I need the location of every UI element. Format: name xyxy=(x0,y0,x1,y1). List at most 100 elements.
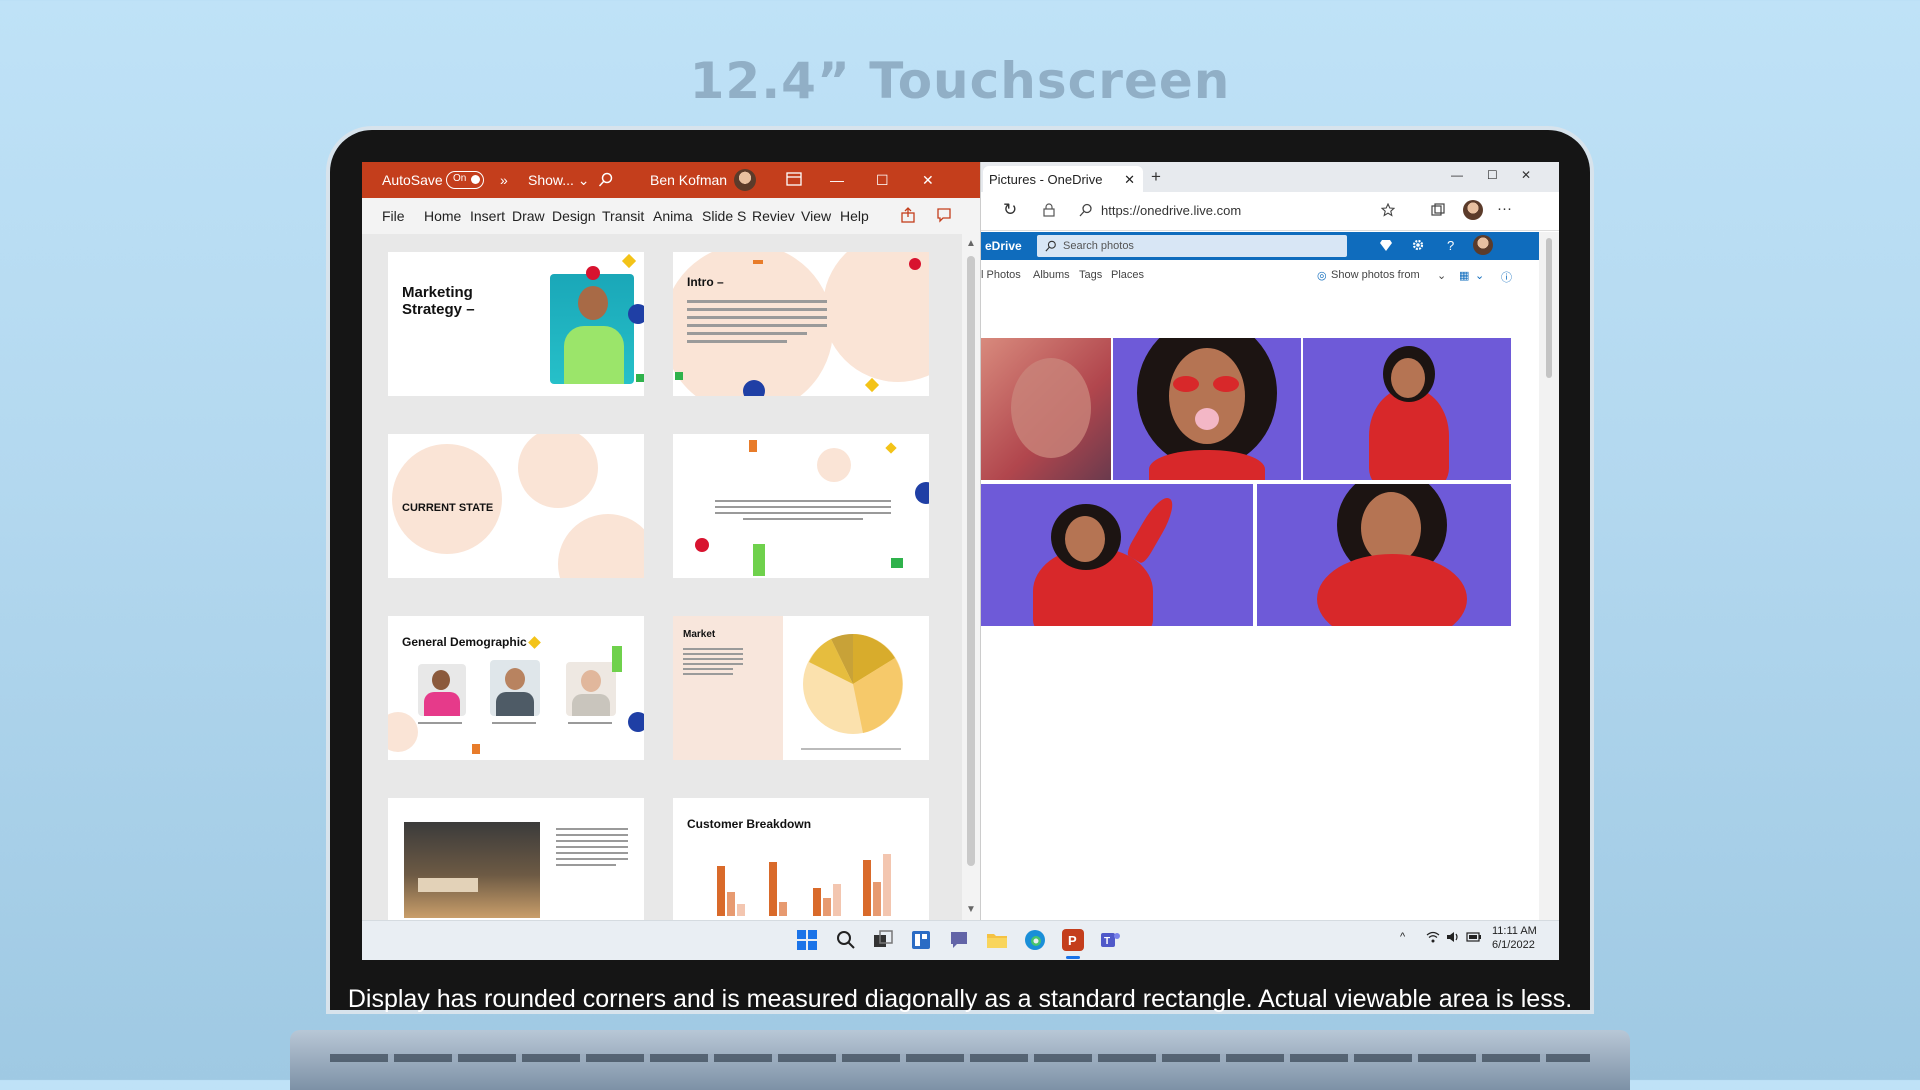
tab-help[interactable]: Help xyxy=(840,208,869,224)
edge-browser-icon[interactable] xyxy=(1024,929,1046,951)
settings-more-button[interactable]: ··· xyxy=(1497,200,1512,217)
orange-shape xyxy=(753,260,763,264)
tab-view[interactable]: View xyxy=(801,208,831,224)
wifi-icon[interactable] xyxy=(1426,931,1440,946)
scroll-thumb[interactable] xyxy=(967,256,975,866)
text-line xyxy=(418,722,462,724)
volume-icon[interactable] xyxy=(1446,931,1460,946)
teams-app-icon[interactable]: T xyxy=(1100,929,1122,951)
file-name-dropdown[interactable]: Show... ⌄ xyxy=(528,172,590,189)
user-avatar[interactable] xyxy=(734,169,756,191)
photo-thumbnail-1[interactable] xyxy=(981,338,1111,480)
profile-avatar[interactable] xyxy=(1463,200,1483,220)
slide-scrollbar[interactable]: ▲ ▼ xyxy=(962,234,980,920)
tab-slide-show[interactable]: Slide S xyxy=(702,208,746,224)
photo-face xyxy=(432,670,450,690)
user-name[interactable]: Ben Kofman xyxy=(650,172,727,188)
filter-icon[interactable]: ◎ xyxy=(1317,269,1327,282)
tab-transitions[interactable]: Transit xyxy=(602,208,644,224)
layout-grid-icon[interactable]: ▦ xyxy=(1459,269,1469,282)
text-line xyxy=(492,722,536,724)
slide-thumbnail-1[interactable]: Marketing Strategy – xyxy=(388,252,644,396)
search-icon[interactable] xyxy=(598,172,614,191)
clock-date[interactable]: 6/1/2022 xyxy=(1492,939,1535,951)
slide-thumbnail-5[interactable]: General Demographic xyxy=(388,616,644,760)
slide-thumbnail-2[interactable]: Intro – xyxy=(673,252,929,396)
tab-design[interactable]: Design xyxy=(552,208,596,224)
photos-nav: l Photos Albums Tags Places ◎ Show photo… xyxy=(981,262,1539,288)
text-line xyxy=(556,828,628,830)
onedrive-avatar[interactable] xyxy=(1473,235,1493,255)
battery-icon[interactable] xyxy=(1466,931,1482,946)
file-explorer-icon[interactable] xyxy=(986,929,1008,951)
tray-overflow-chevron[interactable]: ^ xyxy=(1400,931,1405,943)
quote-line xyxy=(715,500,891,502)
scroll-thumb[interactable] xyxy=(1546,238,1552,378)
photo-thumbnail-2[interactable] xyxy=(1113,338,1301,480)
widgets-icon[interactable] xyxy=(910,929,932,951)
slide-thumbnail-8[interactable]: Customer Breakdown xyxy=(673,798,929,920)
photo-thumbnail-5[interactable] xyxy=(1257,484,1511,626)
maximize-button[interactable]: ☐ xyxy=(876,172,889,189)
slide-8-title: Customer Breakdown xyxy=(687,817,812,831)
tab-onedrive[interactable]: Pictures - OneDrive ✕ xyxy=(983,166,1143,192)
share-icon[interactable] xyxy=(900,207,916,226)
search-photos-input[interactable]: Search photos xyxy=(1037,235,1347,257)
slide-thumbnail-3[interactable]: CURRENT STATE xyxy=(388,434,644,578)
task-view-icon[interactable] xyxy=(872,929,894,951)
edge-scrollbar[interactable] xyxy=(1539,232,1559,920)
minimize-button[interactable]: — xyxy=(1451,168,1463,182)
chevron-down-icon[interactable]: ⌄ xyxy=(1437,269,1446,282)
comment-icon[interactable] xyxy=(936,207,952,226)
tab-file[interactable]: File xyxy=(382,208,405,224)
slide-thumbnail-7[interactable] xyxy=(388,798,644,920)
photo-thumbnail-3[interactable] xyxy=(1303,338,1511,480)
chevron-down-icon[interactable]: ⌄ xyxy=(1475,269,1484,282)
url-field[interactable]: https://onedrive.live.com xyxy=(1101,203,1241,218)
tab-animations[interactable]: Anima xyxy=(653,208,693,224)
slide-thumbnail-6[interactable]: Market xyxy=(673,616,929,760)
minimize-button[interactable]: — xyxy=(830,172,844,188)
refresh-icon[interactable]: ↻ xyxy=(1003,200,1017,220)
tab-insert[interactable]: Insert xyxy=(470,208,505,224)
tab-review[interactable]: Reviev xyxy=(752,208,795,224)
close-button[interactable]: ✕ xyxy=(1521,168,1531,182)
toggle-knob xyxy=(471,175,480,184)
close-button[interactable]: ✕ xyxy=(922,172,934,189)
maximize-button[interactable]: ☐ xyxy=(1487,168,1498,182)
start-windows-icon[interactable] xyxy=(796,929,818,951)
autosave-toggle[interactable]: On xyxy=(446,171,484,189)
scroll-up-icon[interactable]: ▲ xyxy=(966,238,976,249)
nav-albums[interactable]: Albums xyxy=(1033,269,1070,281)
tab-draw[interactable]: Draw xyxy=(512,208,545,224)
nav-tags[interactable]: Tags xyxy=(1079,269,1102,281)
help-icon[interactable]: ? xyxy=(1447,238,1454,253)
info-icon[interactable]: ⓘ xyxy=(1501,269,1512,285)
search-icon[interactable] xyxy=(834,929,856,951)
slide-3-title: CURRENT STATE xyxy=(402,502,494,514)
clock-time[interactable]: 11:11 AM xyxy=(1492,925,1537,937)
tab-close-icon[interactable]: ✕ xyxy=(1124,172,1135,188)
red-dot xyxy=(586,266,600,280)
tab-home[interactable]: Home xyxy=(424,208,461,224)
slide-thumbnail-4[interactable] xyxy=(673,434,929,578)
nav-all-photos[interactable]: l Photos xyxy=(981,269,1021,281)
powerpoint-app-icon[interactable]: P xyxy=(1062,929,1084,951)
photo-face xyxy=(581,670,601,692)
onedrive-brand[interactable]: eDrive xyxy=(985,239,1022,253)
scroll-down-icon[interactable]: ▼ xyxy=(966,904,976,915)
yellow-shape xyxy=(864,377,880,393)
ribbon-display-icon[interactable] xyxy=(786,172,802,189)
premium-diamond-icon[interactable] xyxy=(1379,238,1393,255)
photo-thumbnail-4[interactable] xyxy=(981,484,1253,626)
more-commands-button[interactable]: » xyxy=(500,172,508,188)
show-photos-from-dropdown[interactable]: Show photos from xyxy=(1331,269,1420,281)
favorites-star-icon[interactable] xyxy=(1380,202,1396,220)
photo-shirt xyxy=(424,692,460,716)
new-tab-button[interactable]: + xyxy=(1151,167,1161,187)
chat-icon[interactable] xyxy=(948,929,970,951)
edge-window: Pictures - OneDrive ✕ + — ☐ ✕ ↻ https://… xyxy=(981,162,1559,920)
nav-places[interactable]: Places xyxy=(1111,269,1144,281)
gear-icon[interactable] xyxy=(1411,238,1425,255)
collections-icon[interactable] xyxy=(1431,203,1445,220)
